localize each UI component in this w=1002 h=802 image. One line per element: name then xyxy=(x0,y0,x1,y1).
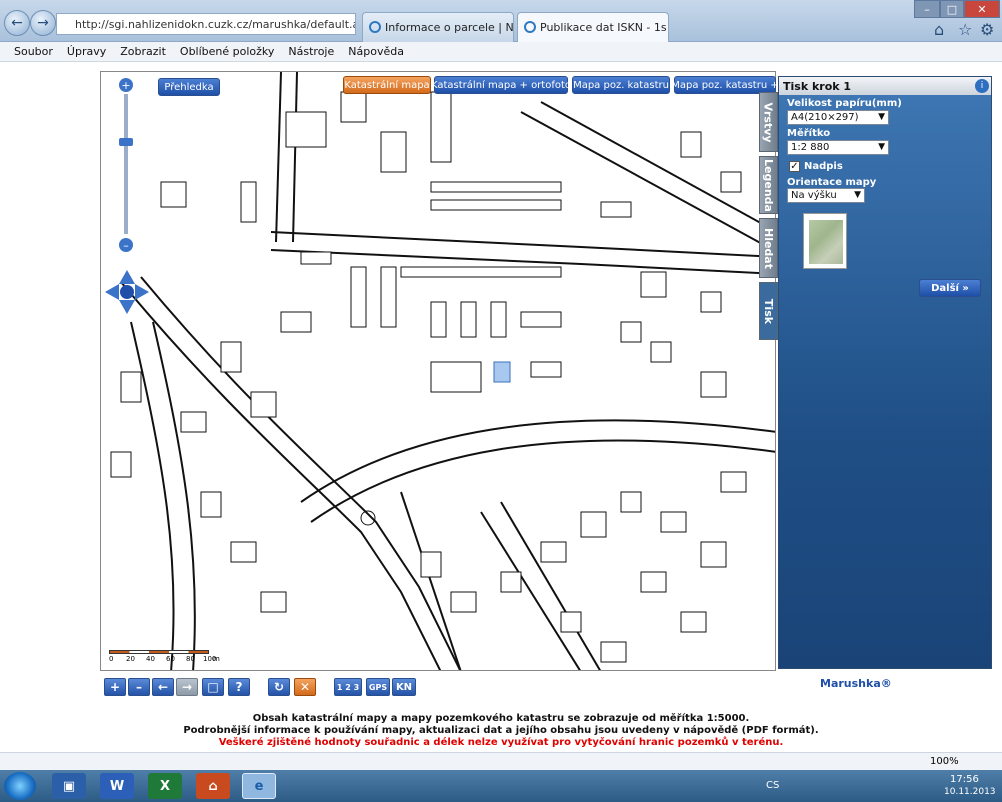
refresh-icon[interactable]: ↻ xyxy=(268,678,290,696)
scale-tick: 80 xyxy=(186,655,195,663)
start-button[interactable] xyxy=(4,772,36,800)
minimize-button[interactable]: – xyxy=(914,0,940,18)
tab-label: Informace o parcele | Nahlížení... xyxy=(385,21,514,34)
kn-button[interactable]: KN xyxy=(392,678,416,696)
orientation-value: Na výšku xyxy=(791,190,837,201)
clear-icon[interactable]: ✕ xyxy=(294,678,316,696)
selected-parcel[interactable] xyxy=(493,361,511,383)
zoom-in-icon[interactable]: + xyxy=(119,78,133,92)
menu-file[interactable]: Soubor xyxy=(14,45,53,58)
ie-icon xyxy=(369,21,381,33)
menu-tools[interactable]: Nástroje xyxy=(288,45,334,58)
gps-button[interactable]: GPS xyxy=(366,678,390,696)
overview-button[interactable]: Přehledka xyxy=(158,78,220,96)
pan-control[interactable] xyxy=(105,270,149,314)
zoom-slider-handle[interactable] xyxy=(119,138,133,146)
tab-label: Legenda xyxy=(762,158,775,212)
menu-help[interactable]: Nápověda xyxy=(348,45,404,58)
menu-bar: Soubor Úpravy Zobrazit Oblíbené položky … xyxy=(0,42,1002,62)
menu-edit[interactable]: Úpravy xyxy=(67,45,106,58)
forward-button[interactable]: → xyxy=(30,10,56,36)
panel-title: Tisk krok 1 xyxy=(779,77,991,95)
chevron-down-icon: ▼ xyxy=(878,142,885,152)
zoom-out-icon[interactable]: – xyxy=(119,238,133,252)
info-tool-icon[interactable]: ? xyxy=(228,678,250,696)
tab-layers[interactable]: Vrstvy xyxy=(759,92,778,152)
ie-taskbar-icon[interactable]: e xyxy=(242,773,276,799)
tab-label: Hledat xyxy=(762,227,775,269)
tab-label: Vrstvy xyxy=(762,101,775,143)
word-icon[interactable]: W xyxy=(100,773,134,799)
close-button[interactable]: ✕ xyxy=(964,0,1000,18)
scale-tick: 0 xyxy=(109,655,114,663)
tab-iskn[interactable]: Publikace dat ISKN - 1s :906... xyxy=(517,12,669,42)
tab-legend[interactable]: Legenda xyxy=(759,156,778,214)
back-button[interactable]: ← xyxy=(4,10,30,36)
tab-label: Tisk xyxy=(762,298,776,324)
gear-icon[interactable]: ⚙ xyxy=(980,20,994,39)
orientation-select[interactable]: Na výšku ▼ xyxy=(787,188,865,203)
caption-label: Nadpis xyxy=(804,161,843,172)
home-icon[interactable]: ⌂ xyxy=(934,20,944,39)
layer-cadastral-map[interactable]: Katastrální mapa xyxy=(343,76,431,94)
layer-land-cadastre[interactable]: Mapa poz. katastru xyxy=(572,76,670,94)
browser-toolbar: ← → http://sgi.nahlizenidokn.cuzk.cz/mar… xyxy=(0,0,1002,42)
menu-favorites[interactable]: Oblíbené položky xyxy=(180,45,275,58)
address-text: http://sgi.nahlizenidokn.cuzk.cz/marushk… xyxy=(75,17,356,31)
orientation-label: Orientace mapy xyxy=(787,177,877,188)
zoom-out-button[interactable]: – xyxy=(128,678,150,696)
zoom-level[interactable]: 100% xyxy=(930,756,959,767)
clock-time[interactable]: 17:56 xyxy=(950,774,979,785)
footer-info-1: Obsah katastrální mapy a mapy pozemkovéh… xyxy=(252,713,750,724)
address-bar[interactable]: http://sgi.nahlizenidokn.cuzk.cz/marushk… xyxy=(56,13,356,35)
cadastral-map[interactable]: + – 0 20 40 60 80 100 m xyxy=(100,71,776,671)
save-disk-icon[interactable]: ▣ xyxy=(52,773,86,799)
paper-size-value: A4(210×297) xyxy=(791,112,859,123)
home-app-icon[interactable]: ⌂ xyxy=(196,773,230,799)
chevron-down-icon: ▼ xyxy=(878,112,885,122)
measure-icon[interactable]: 1 2 3 xyxy=(334,678,362,696)
menu-view[interactable]: Zobrazit xyxy=(120,45,166,58)
zoom-slider[interactable] xyxy=(124,94,128,234)
next-view-button[interactable]: → xyxy=(176,678,198,696)
tab-parcel-info[interactable]: Informace o parcele | Nahlížení... xyxy=(362,12,514,42)
zoom-extent-icon[interactable]: □ xyxy=(202,678,224,696)
chevron-down-icon: ▼ xyxy=(854,190,861,200)
caption-checkbox[interactable]: ✓ xyxy=(789,161,800,172)
favorites-star-icon[interactable]: ☆ xyxy=(958,20,972,39)
tab-search[interactable]: Hledat xyxy=(759,218,778,278)
scale-unit: m xyxy=(213,655,220,663)
scale-tick: 40 xyxy=(146,655,155,663)
status-bar: 100% xyxy=(0,752,1002,770)
print-panel: Tisk krok 1 i Velikost papíru(mm) A4(210… xyxy=(778,76,992,669)
marushka-logo: Marushka® xyxy=(820,677,892,690)
ie-icon xyxy=(524,21,536,33)
scale-tick: 20 xyxy=(126,655,135,663)
excel-icon[interactable]: X xyxy=(148,773,182,799)
footer-info-2: Podrobnější informace k používání mapy, … xyxy=(183,725,819,736)
layer-cadastral-ortho[interactable]: Katastrální mapa + ortofoto xyxy=(431,76,571,94)
scale-label: Měřítko xyxy=(787,128,831,139)
zoom-in-button[interactable]: + xyxy=(104,678,126,696)
clock-date: 10.11.2013 xyxy=(944,787,996,797)
scale-select[interactable]: 1:2 880 ▼ xyxy=(787,140,889,155)
info-icon[interactable]: i xyxy=(975,79,989,93)
previous-view-button[interactable]: ← xyxy=(152,678,174,696)
scale-tick: 60 xyxy=(166,655,175,663)
scale-value: 1:2 880 xyxy=(791,142,830,153)
footer-warning: Veškeré zjištěné hodnoty souřadnic a dél… xyxy=(218,737,784,748)
language-indicator[interactable]: CS xyxy=(766,780,779,791)
next-button[interactable]: Další » xyxy=(919,279,981,297)
paper-size-label: Velikost papíru(mm) xyxy=(787,98,902,109)
map-drawing xyxy=(110,72,775,670)
scale-bar: 0 20 40 60 80 100 m xyxy=(109,650,220,666)
print-preview-thumbnail xyxy=(803,213,847,269)
maximize-button[interactable]: □ xyxy=(940,0,964,18)
tab-label: Publikace dat ISKN - 1s :906... xyxy=(540,21,668,34)
paper-size-select[interactable]: A4(210×297) ▼ xyxy=(787,110,889,125)
tab-print[interactable]: Tisk xyxy=(759,282,778,340)
